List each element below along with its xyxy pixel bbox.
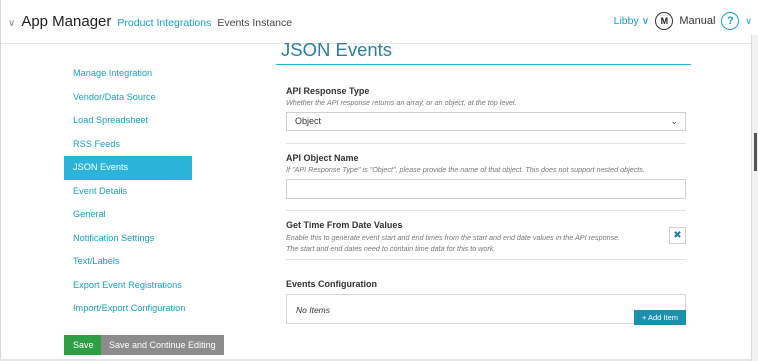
sidebar-item-load-spreadsheet[interactable]: Load Spreadsheet bbox=[64, 109, 204, 133]
breadcrumb-current: Events Instance bbox=[217, 17, 293, 29]
manual-icon[interactable]: M bbox=[655, 12, 674, 30]
app-header: ∨ App Manager Product Integrations Event… bbox=[8, 13, 292, 30]
help-chevron-icon[interactable]: ∨ bbox=[745, 16, 752, 27]
user-menu[interactable]: Libby ∨ bbox=[614, 15, 650, 27]
page-title: JSON Events bbox=[281, 39, 393, 60]
api-response-type-select[interactable]: Object ⌄ bbox=[286, 112, 686, 131]
vertical-scrollbar[interactable] bbox=[751, 35, 758, 361]
no-items-text: No Items bbox=[296, 305, 331, 315]
scrollbar-thumb[interactable] bbox=[754, 133, 757, 171]
events-configuration-label: Events Configuration bbox=[286, 279, 378, 289]
frame-border bbox=[0, 0, 1, 361]
sidebar-item-manage-integration[interactable]: Manage Integration bbox=[64, 62, 204, 86]
help-icon[interactable]: ? bbox=[721, 12, 740, 30]
section-divider bbox=[286, 210, 686, 211]
manual-link[interactable]: Manual bbox=[679, 15, 715, 27]
section-divider bbox=[286, 259, 686, 260]
events-configuration-list bbox=[286, 294, 686, 324]
sidebar-item-notification-settings[interactable]: Notification Settings bbox=[64, 227, 204, 251]
sidebar-nav: Manage Integration Vendor/Data Source Lo… bbox=[64, 62, 204, 321]
title-divider bbox=[276, 64, 691, 65]
sidebar-item-rss-feeds[interactable]: RSS Feeds bbox=[64, 133, 204, 157]
app-menu-chevron-icon[interactable]: ∨ bbox=[8, 18, 15, 29]
top-bar: ∨ App Manager Product Integrations Event… bbox=[0, 0, 758, 44]
api-response-type-value: Object bbox=[295, 116, 322, 126]
save-button[interactable]: Save bbox=[64, 335, 103, 355]
time-from-date-help-1: Enable this to generate event start and … bbox=[286, 233, 621, 242]
sidebar-item-json-events[interactable]: JSON Events bbox=[64, 156, 192, 180]
sidebar-item-import-export-configuration[interactable]: Import/Export Configuration bbox=[64, 297, 204, 321]
api-response-type-label: API Response Type bbox=[286, 86, 370, 96]
time-from-date-toggle[interactable]: ✖ bbox=[669, 227, 686, 244]
api-response-type-help: Whether the API response returns an arra… bbox=[286, 98, 517, 107]
section-divider bbox=[286, 143, 686, 144]
add-item-button[interactable]: + Add Item bbox=[634, 310, 686, 325]
sidebar-item-vendor-data-source[interactable]: Vendor/Data Source bbox=[64, 86, 204, 110]
sidebar-item-event-details[interactable]: Event Details bbox=[64, 180, 204, 204]
header-actions: Libby ∨ M Manual ? ∨ bbox=[614, 12, 752, 30]
api-object-name-help: If "API Response Type" is "Object", plea… bbox=[286, 165, 645, 174]
user-name[interactable]: Libby bbox=[614, 15, 639, 27]
sidebar-item-general[interactable]: General bbox=[64, 203, 204, 227]
time-from-date-label: Get Time From Date Values bbox=[286, 220, 403, 230]
user-chevron-icon: ∨ bbox=[641, 15, 650, 27]
sidebar-item-export-event-registrations[interactable]: Export Event Registrations bbox=[64, 274, 204, 298]
save-and-continue-button[interactable]: Save and Continue Editing bbox=[101, 335, 224, 355]
api-object-name-input[interactable] bbox=[286, 179, 686, 199]
app-title[interactable]: App Manager bbox=[21, 13, 111, 30]
breadcrumb-product-integrations[interactable]: Product Integrations bbox=[117, 17, 211, 29]
chevron-down-icon: ⌄ bbox=[670, 116, 678, 126]
sidebar-item-text-labels[interactable]: Text/Labels bbox=[64, 250, 204, 274]
api-object-name-label: API Object Name bbox=[286, 153, 359, 163]
time-from-date-help-2: The start and end dates need to contain … bbox=[286, 244, 496, 253]
